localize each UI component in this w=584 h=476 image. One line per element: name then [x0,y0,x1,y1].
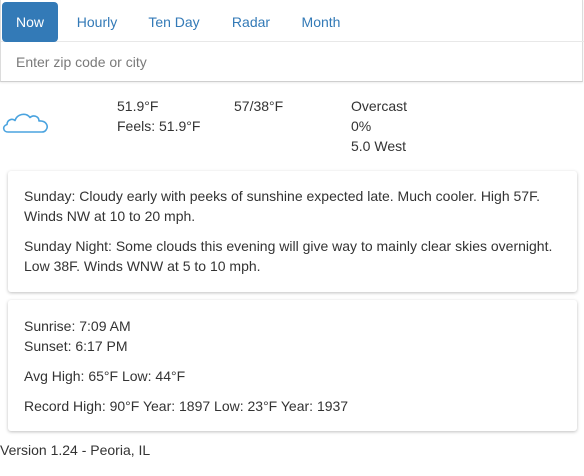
version-footer: Version 1.24 - Peoria, IL [0,442,151,458]
header-panel: Now Hourly Ten Day Radar Month [0,0,584,82]
tab-month[interactable]: Month [288,2,354,42]
sunrise: Sunrise: 7:09 AM [24,318,131,334]
tab-ten-day[interactable]: Ten Day [136,2,212,42]
day-forecast: Sunday: Cloudy early with peeks of sunsh… [24,188,540,224]
tab-radar[interactable]: Radar [218,2,284,42]
night-forecast: Sunday Night: Some clouds this evening w… [24,238,553,274]
search-input[interactable] [16,43,566,81]
avg-high-low: Avg High: 65°F Low: 44°F [24,368,186,384]
nav-tabs: Now Hourly Ten Day Radar Month [1,0,584,42]
condition: Overcast [351,98,408,114]
sunset: Sunset: 6:17 PM [24,338,128,354]
current-temp: 51.9°F [117,98,159,114]
almanac-card: Sunrise: 7:09 AM Sunset: 6:17 PM Avg Hig… [8,300,577,431]
tab-now[interactable]: Now [2,2,58,42]
precip-chance: 0% [351,118,372,134]
high-low: 57/38°F [234,98,284,114]
wind: 5.0 West [351,138,406,154]
forecast-card: Sunday: Cloudy early with peeks of sunsh… [8,171,577,292]
feels-like: Feels: 51.9°F [117,118,201,134]
record-high-low: Record High: 90°F Year: 1897 Low: 23°F Y… [24,398,349,414]
tab-hourly[interactable]: Hourly [62,2,132,42]
cloud-icon [2,113,48,133]
